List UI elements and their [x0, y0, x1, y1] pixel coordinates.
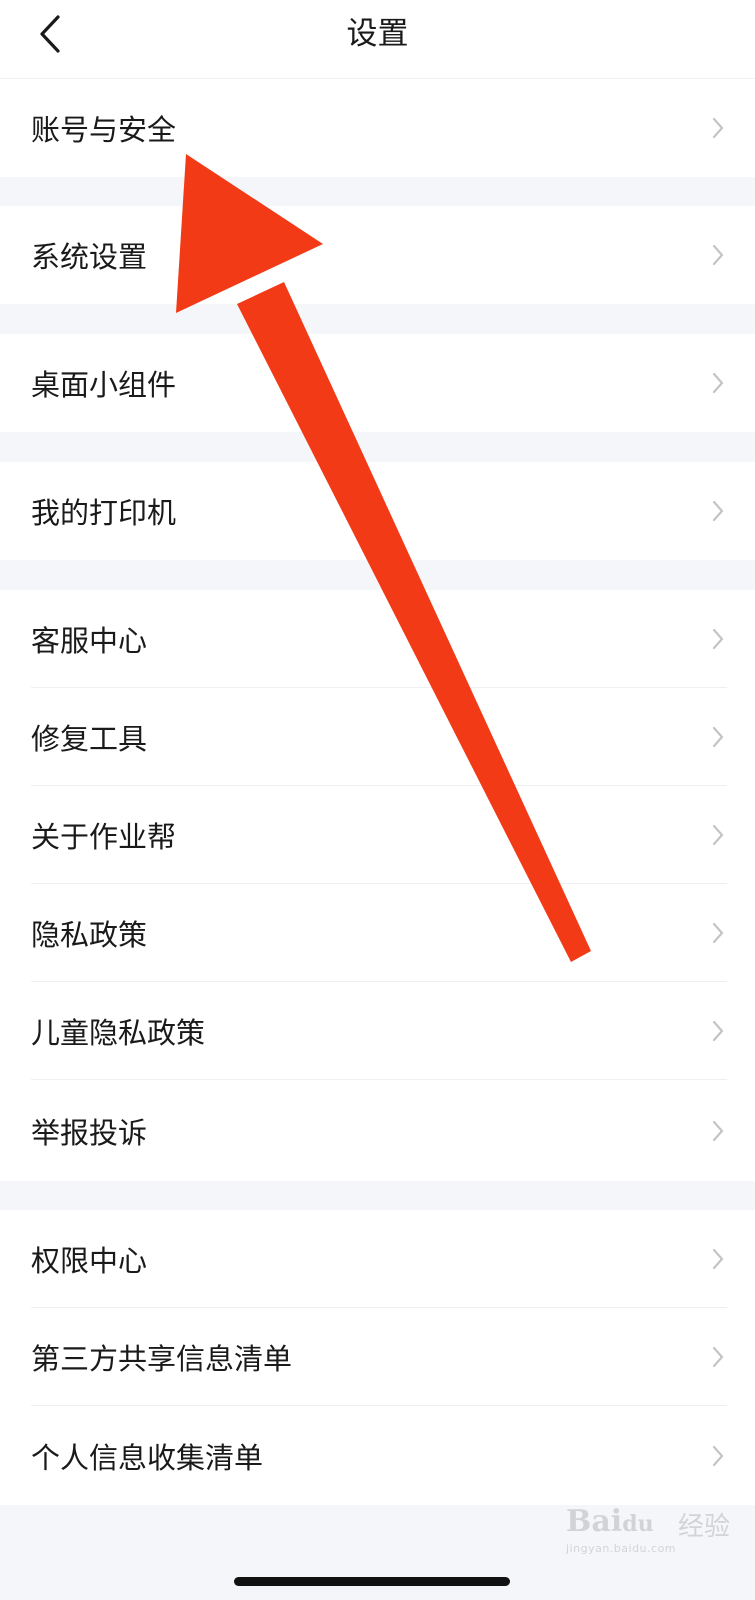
settings-row-about[interactable]: 关于作业帮	[0, 786, 755, 884]
watermark-brand: 经验	[678, 1512, 731, 1542]
row-label: 桌面小组件	[31, 368, 177, 402]
section-gap	[0, 177, 755, 206]
chevron-right-icon	[712, 1120, 724, 1141]
section-gap	[0, 1181, 755, 1210]
row-label: 修复工具	[31, 722, 148, 756]
settings-row-personal-info-collection[interactable]: 个人信息收集清单	[0, 1406, 755, 1505]
watermark-logo: Baidu	[566, 1504, 654, 1539]
section-gap	[0, 432, 755, 462]
row-label: 账号与安全	[31, 113, 177, 147]
settings-row-account-security[interactable]: 账号与安全	[0, 79, 755, 177]
settings-row-customer-service[interactable]: 客服中心	[0, 590, 755, 688]
settings-row-permission-center[interactable]: 权限中心	[0, 1210, 755, 1308]
settings-row-privacy-policy[interactable]: 隐私政策	[0, 884, 755, 982]
chevron-right-icon	[712, 726, 724, 748]
row-label: 我的打印机	[31, 496, 177, 530]
settings-row-desktop-widgets[interactable]: 桌面小组件	[0, 334, 755, 432]
row-label: 隐私政策	[31, 918, 148, 952]
row-label: 儿童隐私政策	[31, 1016, 206, 1050]
chevron-right-icon	[712, 117, 724, 139]
row-label: 举报投诉	[31, 1115, 148, 1150]
nav-bar: 设置	[0, 0, 755, 79]
section-gap	[0, 560, 755, 590]
chevron-right-icon	[712, 1248, 724, 1270]
settings-row-child-privacy-policy[interactable]: 儿童隐私政策	[0, 982, 755, 1080]
chevron-right-icon	[712, 628, 724, 650]
chevron-right-icon	[712, 922, 724, 944]
baidu-jingyan-watermark: Baidu 经验 jingyan.baidu.com	[566, 1498, 746, 1558]
watermark-url: jingyan.baidu.com	[566, 1542, 677, 1555]
chevron-right-icon	[712, 1445, 724, 1466]
page-title: 设置	[346, 16, 409, 52]
settings-row-repair-tools[interactable]: 修复工具	[0, 688, 755, 786]
row-label: 个人信息收集清单	[31, 1440, 264, 1475]
chevron-right-icon	[712, 372, 724, 394]
chevron-right-icon	[712, 244, 724, 266]
row-label: 系统设置	[31, 240, 148, 274]
settings-row-report-complaint[interactable]: 举报投诉	[0, 1080, 755, 1181]
chevron-right-icon	[712, 1020, 724, 1042]
chevron-right-icon	[712, 824, 724, 846]
row-label: 客服中心	[31, 624, 148, 658]
settings-row-system-settings[interactable]: 系统设置	[0, 206, 755, 304]
row-label: 关于作业帮	[31, 820, 177, 854]
chevron-right-icon	[712, 500, 724, 522]
section-gap	[0, 304, 755, 334]
settings-row-third-party-sharing[interactable]: 第三方共享信息清单	[0, 1308, 755, 1406]
row-label: 权限中心	[31, 1244, 148, 1278]
row-label: 第三方共享信息清单	[31, 1342, 293, 1376]
home-indicator[interactable]	[234, 1577, 510, 1586]
settings-row-my-printer[interactable]: 我的打印机	[0, 462, 755, 560]
chevron-right-icon	[712, 1346, 724, 1368]
